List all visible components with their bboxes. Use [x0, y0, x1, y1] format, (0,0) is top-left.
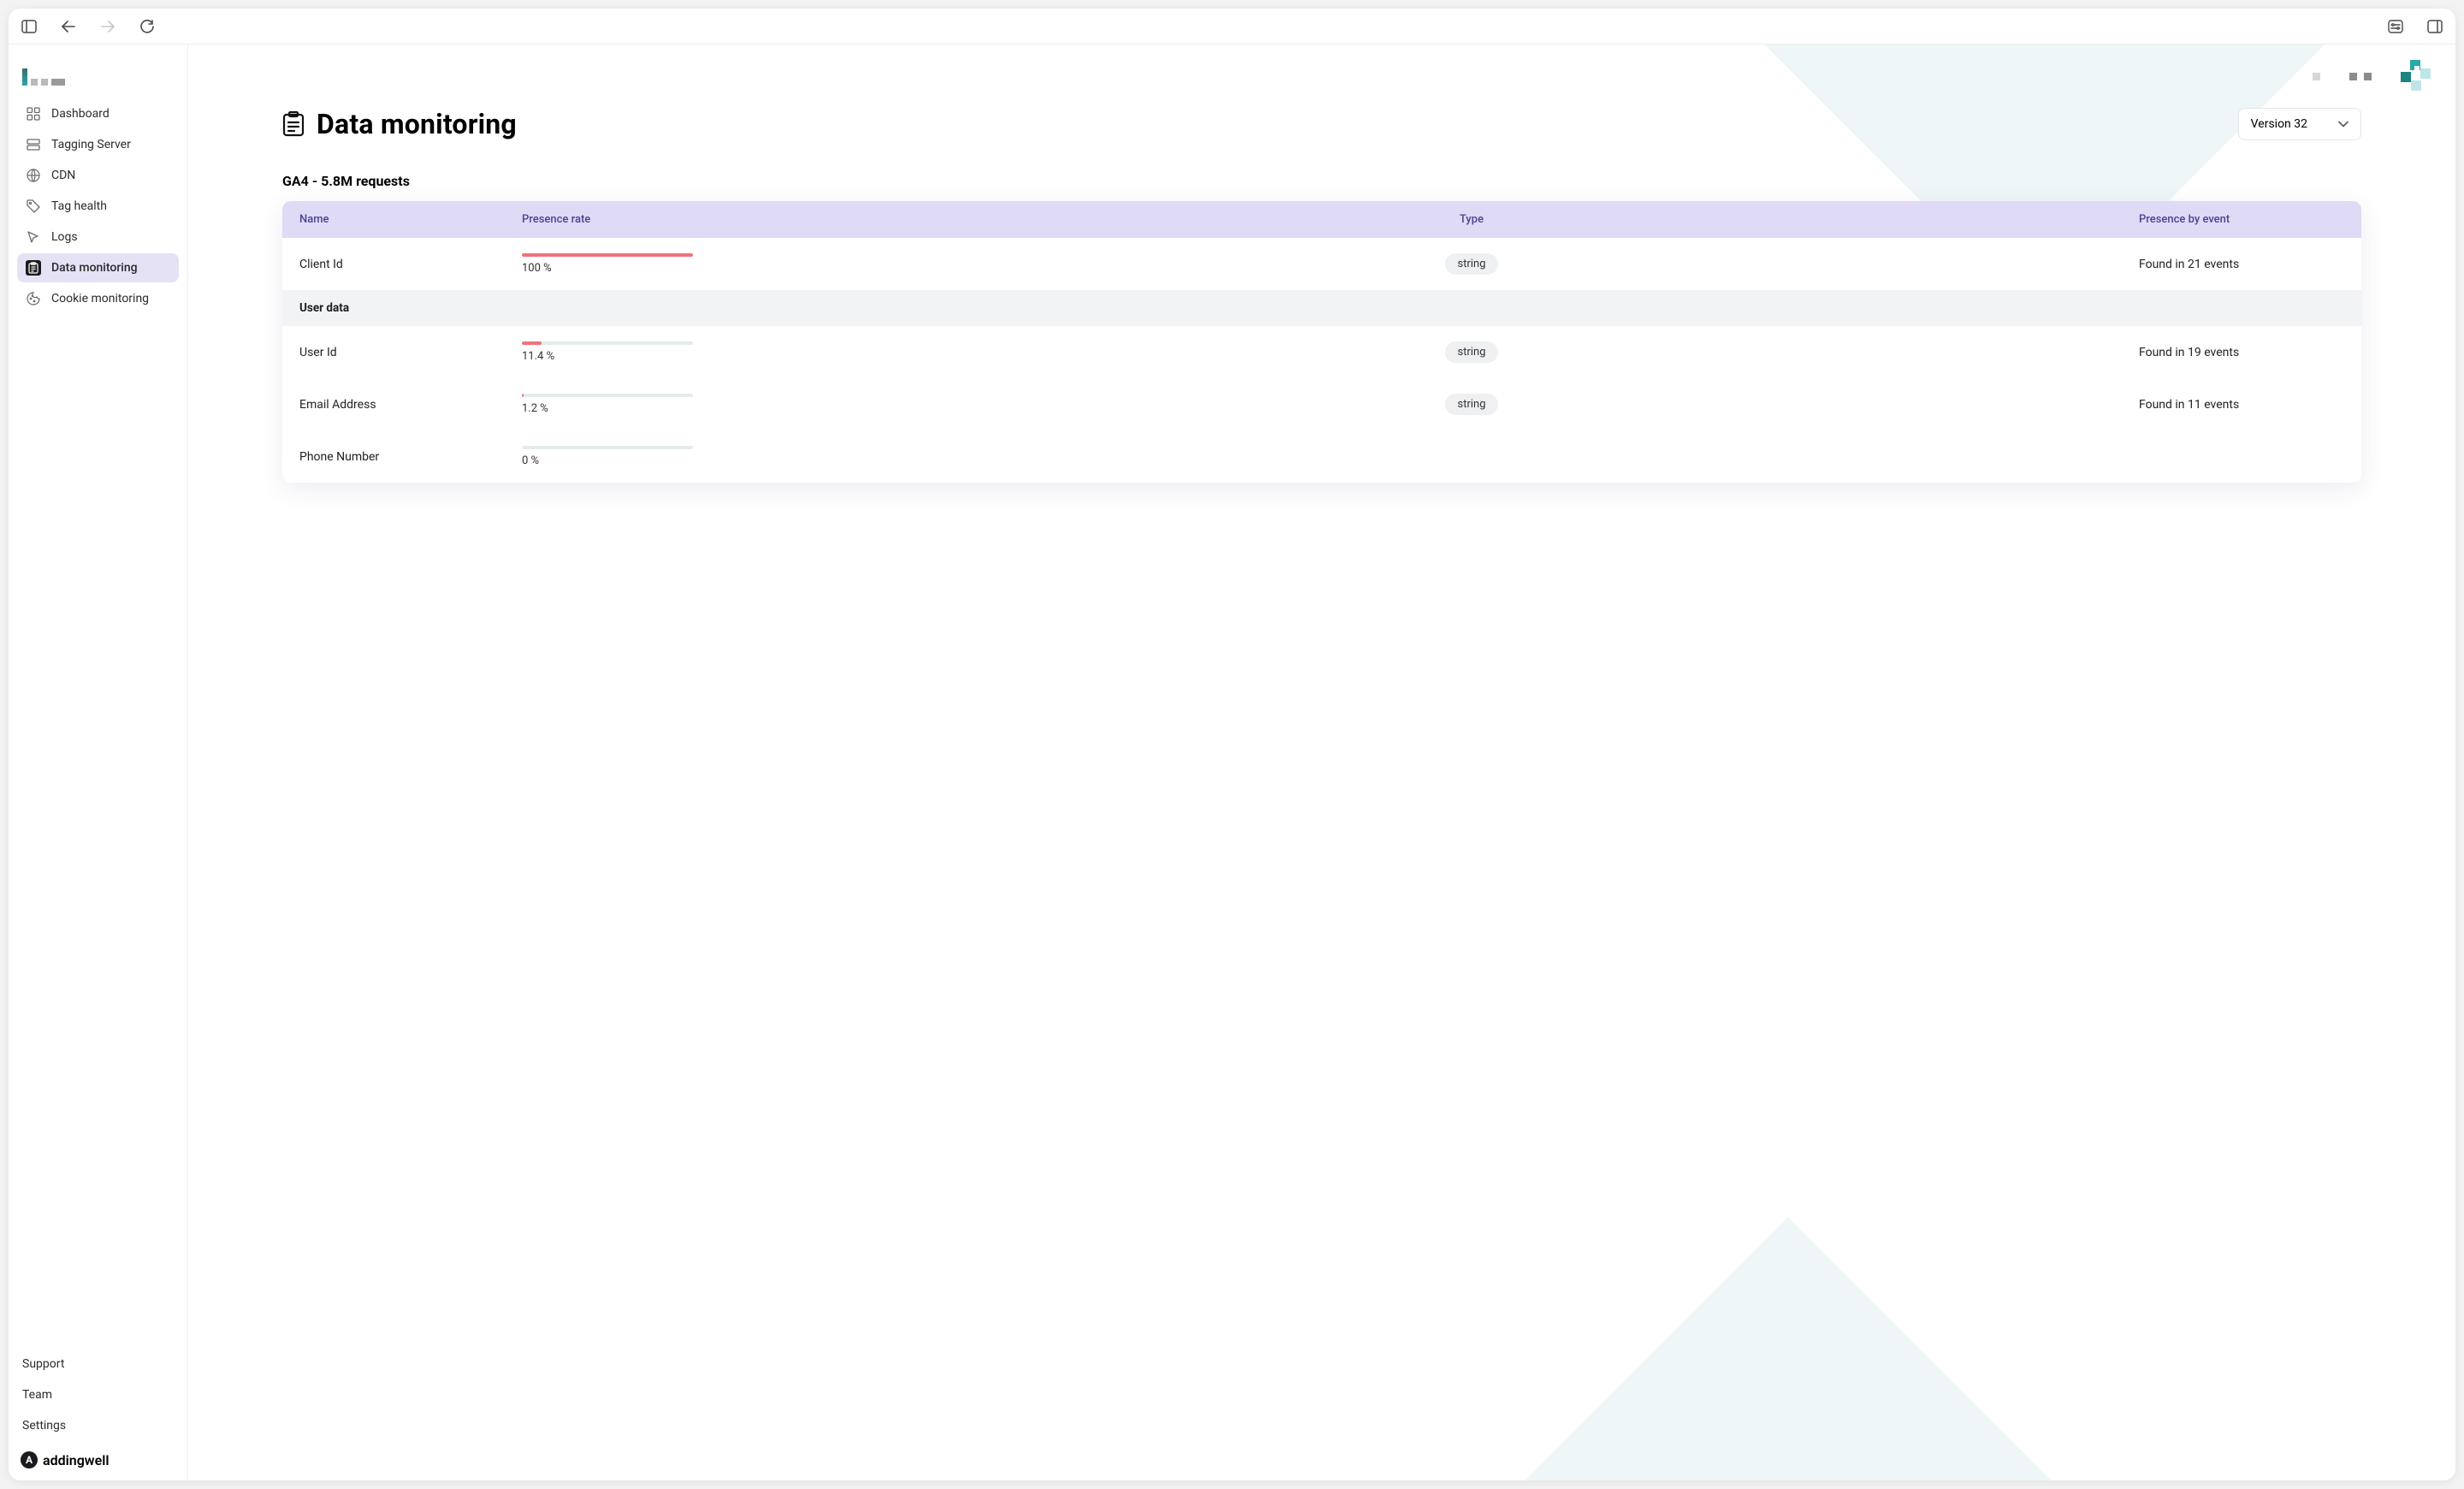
cell-events: Found in 11 events: [2139, 398, 2344, 412]
sidebar-item-label: Logs: [51, 230, 78, 244]
th-type: Type: [804, 213, 2139, 226]
table-row[interactable]: Email Address 1.2 % string Found in 11 e…: [282, 378, 2361, 430]
clipboard-icon: [26, 260, 41, 276]
sidebar-item-label: Dashboard: [51, 107, 110, 121]
th-presence-rate: Presence rate: [522, 213, 804, 226]
sidebar-footer: Support Team Settings A addingwell: [17, 1350, 179, 1468]
th-presence-by-event: Presence by event: [2139, 213, 2344, 226]
type-pill: string: [1445, 253, 1497, 275]
cell-presence-rate: 1.2 %: [522, 394, 804, 415]
table-row[interactable]: Client Id 100 % string Found in 21 event…: [282, 238, 2361, 290]
page-header: Data monitoring Version 32: [282, 108, 2361, 140]
brand-badge-icon: A: [21, 1451, 38, 1468]
org-logo: [22, 62, 179, 86]
type-pill: string: [1445, 394, 1497, 415]
settings-link[interactable]: Settings: [17, 1412, 179, 1439]
settings-chip-icon[interactable]: [2387, 18, 2404, 35]
sidebar-item-data-monitoring[interactable]: Data monitoring: [17, 253, 179, 282]
browser-chrome: [9, 9, 2455, 44]
sidebar-item-label: Tag health: [51, 199, 107, 213]
back-icon[interactable]: [60, 18, 77, 35]
split-view-icon[interactable]: [2426, 18, 2443, 35]
cell-name: Email Address: [299, 398, 522, 412]
progress-bar: [522, 341, 542, 345]
topbar: [188, 44, 2455, 92]
sidebar-nav: Dashboard Tagging Server CDN: [17, 99, 179, 313]
cell-presence-rate: 100 %: [522, 253, 804, 275]
cell-events: Found in 21 events: [2139, 258, 2344, 271]
rate-label: 0 %: [522, 454, 804, 467]
sidebar-item-cookie-monitoring[interactable]: Cookie monitoring: [17, 284, 179, 313]
type-pill: string: [1445, 341, 1497, 363]
chevron-down-icon: [2338, 117, 2348, 131]
cell-presence-rate: 11.4 %: [522, 341, 804, 363]
cell-name: User Id: [299, 346, 522, 359]
sidebar-item-tag-health[interactable]: Tag health: [17, 192, 179, 221]
version-select-label: Version 32: [2251, 117, 2307, 131]
cell-name: Phone Number: [299, 450, 522, 464]
tag-icon: [26, 199, 41, 214]
sidebar: Dashboard Tagging Server CDN: [9, 44, 188, 1480]
sidebar-item-label: CDN: [51, 169, 75, 182]
sidebar-item-tagging-server[interactable]: Tagging Server: [17, 130, 179, 159]
server-icon: [26, 137, 41, 152]
cell-name: Client Id: [299, 258, 522, 271]
team-link[interactable]: Team: [17, 1381, 179, 1409]
th-name: Name: [299, 213, 522, 226]
cookie-icon: [26, 291, 41, 306]
table-row[interactable]: User Id 11.4 % string Found in 19 events: [282, 326, 2361, 378]
reload-icon[interactable]: [139, 18, 156, 35]
sidebar-item-label: Data monitoring: [51, 261, 138, 275]
main-content: Data monitoring Version 32 GA4 - 5.8M re…: [188, 44, 2455, 1480]
brand-name: addingwell: [43, 1452, 110, 1468]
forward-icon: [99, 18, 116, 35]
table-row[interactable]: Phone Number 0 %: [282, 430, 2361, 483]
support-link[interactable]: Support: [17, 1350, 179, 1378]
browser-window: Dashboard Tagging Server CDN: [9, 9, 2455, 1480]
brand: A addingwell: [17, 1443, 179, 1468]
sidebar-item-cdn[interactable]: CDN: [17, 161, 179, 190]
progress-bar: [522, 253, 693, 257]
sidebar-toggle-icon[interactable]: [21, 18, 38, 35]
table-header: Name Presence rate Type Presence by even…: [282, 201, 2361, 238]
sidebar-item-logs[interactable]: Logs: [17, 222, 179, 252]
sidebar-item-label: Tagging Server: [51, 138, 131, 151]
table-group-row: User data: [282, 290, 2361, 326]
section-title: GA4 - 5.8M requests: [282, 173, 2361, 189]
app-logo-icon: [2396, 60, 2431, 92]
rate-label: 100 %: [522, 262, 804, 275]
sidebar-item-label: Cookie monitoring: [51, 292, 149, 306]
globe-icon: [26, 168, 41, 183]
data-table: Name Presence rate Type Presence by even…: [282, 201, 2361, 483]
rate-label: 11.4 %: [522, 350, 804, 363]
cell-events: Found in 19 events: [2139, 346, 2344, 359]
cell-presence-rate: 0 %: [522, 446, 804, 467]
top-pixel-decoration: [2304, 69, 2380, 84]
grid-icon: [26, 106, 41, 122]
sidebar-item-dashboard[interactable]: Dashboard: [17, 99, 179, 128]
clipboard-large-icon: [282, 111, 305, 137]
cursor-icon: [26, 229, 41, 245]
version-select[interactable]: Version 32: [2238, 108, 2361, 140]
progress-bar: [522, 394, 524, 397]
page-title: Data monitoring: [317, 108, 517, 140]
rate-label: 1.2 %: [522, 402, 804, 415]
